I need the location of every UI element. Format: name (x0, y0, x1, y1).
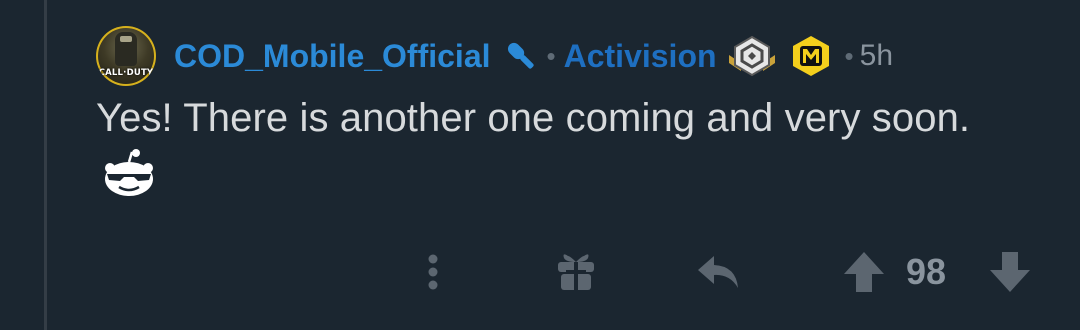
sunglasses-snoo-emote (105, 149, 153, 196)
reply-arrow-icon[interactable] (694, 246, 744, 298)
downvote-arrow-icon[interactable] (986, 246, 1034, 298)
microphone-icon (507, 42, 534, 69)
user-flair: Activision (563, 37, 717, 74)
separator-dot-2: • (844, 40, 854, 71)
more-options-icon[interactable] (416, 246, 450, 298)
gift-award-icon[interactable] (552, 246, 600, 298)
cod-mobile-m-award-icon[interactable] (789, 34, 833, 78)
comment-header: CALL·DUTY COD_Mobile_Official • Activisi… (96, 26, 893, 86)
thread-line[interactable] (44, 0, 47, 330)
comment-timestamp: 5h (859, 39, 894, 72)
vote-score: 98 (906, 251, 947, 292)
avatar-soldier (115, 32, 137, 66)
separator-dot: • (546, 41, 556, 71)
upvote-arrow-icon[interactable] (840, 246, 888, 298)
silver-emblem-award-icon[interactable] (725, 33, 779, 79)
author-username[interactable]: COD_Mobile_Official (174, 38, 491, 75)
user-avatar[interactable]: CALL·DUTY (96, 26, 156, 86)
comment-card: CALL·DUTY COD_Mobile_Official • Activisi… (0, 0, 1080, 330)
comment-body: Yes! There is another one coming and ver… (96, 96, 971, 140)
avatar-brand-text: CALL·DUTY (98, 68, 154, 78)
